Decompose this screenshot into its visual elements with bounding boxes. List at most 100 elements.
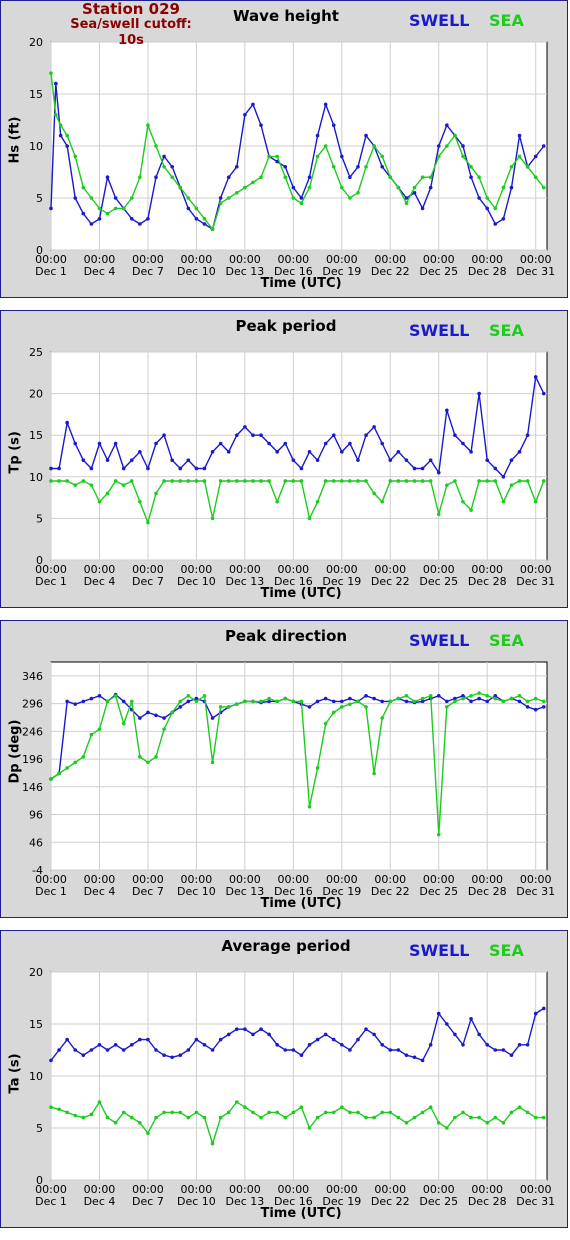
data-point-sea (259, 699, 263, 704)
data-point-sea (194, 206, 199, 211)
data-point-sea (453, 699, 457, 704)
data-point-swell (291, 185, 296, 190)
data-point-swell (315, 1037, 320, 1042)
data-point-sea (331, 710, 336, 715)
data-point-swell (97, 1043, 102, 1047)
station-header: Station 029 Sea/swell cutoff: 10s (61, 1, 201, 49)
data-point-sea (218, 201, 223, 205)
data-point-sea (331, 1110, 336, 1115)
data-point-swell (541, 144, 546, 148)
data-point-sea (380, 716, 385, 720)
x-tick-label-date: Dec 1 (35, 1195, 67, 1208)
data-point-sea (65, 133, 69, 138)
data-point-swell (186, 1048, 191, 1052)
data-point-sea (331, 165, 336, 169)
data-point-swell (81, 699, 86, 704)
data-point-sea (299, 1105, 304, 1109)
data-point-swell (170, 165, 174, 169)
data-point-sea (469, 694, 473, 698)
data-point-swell (404, 1053, 409, 1057)
data-point-sea (49, 1105, 53, 1109)
data-point-sea (113, 479, 118, 483)
data-point-swell (194, 217, 199, 221)
data-point-swell (340, 154, 344, 159)
data-point-sea (89, 196, 94, 200)
y-axis-label: Dp (deg) (7, 719, 23, 784)
data-point-swell (436, 694, 441, 698)
x-tick-label-date: Dec 7 (132, 265, 164, 278)
y-tick-label: 196 (22, 753, 43, 766)
data-point-swell (485, 458, 490, 462)
y-tick-label: 25 (29, 346, 43, 359)
x-tick-label-date: Dec 28 (468, 265, 507, 278)
data-point-swell (121, 466, 126, 471)
data-point-swell (218, 1037, 223, 1042)
data-point-sea (340, 479, 344, 483)
data-point-swell (283, 1048, 288, 1052)
data-point-sea (533, 499, 538, 504)
data-point-sea (129, 479, 134, 483)
data-point-swell (299, 466, 304, 471)
data-point-sea (396, 479, 401, 483)
data-point-sea (178, 699, 183, 704)
y-tick-label: 10 (29, 471, 43, 484)
data-point-swell (541, 1006, 546, 1011)
data-point-sea (243, 185, 247, 190)
data-point-sea (81, 185, 86, 190)
data-point-swell (509, 1053, 514, 1057)
data-point-sea (162, 479, 166, 483)
data-point-swell (469, 450, 473, 454)
data-point-sea (469, 1115, 473, 1120)
data-point-swell (307, 175, 312, 179)
x-tick-label-date: Dec 1 (35, 265, 67, 278)
chart-panel-2: 0 5 10 15 20 25 00:00 Dec 1 00:00 Dec 4 00:00 Dec 7… (0, 310, 568, 608)
y-tick-label: 146 (22, 781, 43, 794)
data-point-swell (65, 420, 69, 425)
data-point-sea (509, 483, 514, 487)
data-point-sea (420, 1110, 425, 1115)
data-point-swell (315, 133, 320, 138)
data-point-sea (170, 175, 174, 179)
data-point-sea (453, 1115, 457, 1120)
data-point-sea (428, 479, 433, 483)
data-point-sea (445, 1126, 449, 1130)
data-point-sea (105, 211, 110, 216)
data-point-sea (453, 479, 457, 483)
data-point-sea (267, 1110, 271, 1115)
data-point-swell (533, 375, 538, 379)
data-point-swell (138, 716, 142, 720)
data-point-sea (445, 144, 449, 148)
data-point-sea (315, 154, 320, 159)
data-point-sea (307, 804, 312, 809)
data-point-swell (315, 458, 320, 462)
data-point-swell (428, 1043, 433, 1047)
data-point-sea (509, 165, 514, 169)
data-point-sea (493, 696, 498, 701)
data-point-sea (340, 185, 344, 190)
data-point-swell (234, 165, 239, 169)
data-point-sea (218, 1115, 223, 1120)
data-point-sea (178, 1110, 183, 1115)
data-point-swell (404, 458, 409, 462)
data-point-swell (348, 175, 352, 179)
x-tick-label-date: Dec 1 (35, 575, 67, 588)
data-point-swell (453, 1032, 457, 1037)
data-point-sea (154, 491, 158, 496)
data-point-swell (243, 1027, 247, 1031)
data-point-swell (388, 1048, 393, 1052)
x-tick-label-date: Dec 31 (516, 265, 555, 278)
data-point-swell (81, 211, 86, 216)
data-point-sea (541, 699, 546, 704)
data-point-sea (218, 705, 223, 709)
data-point-swell (348, 696, 352, 701)
data-point-swell (436, 144, 441, 148)
data-point-swell (89, 222, 94, 226)
data-point-sea (129, 1115, 134, 1120)
data-point-sea (218, 479, 223, 483)
data-point-sea (323, 721, 328, 726)
data-point-swell (129, 217, 134, 221)
data-point-sea (388, 479, 393, 483)
y-tick-label: 5 (36, 512, 43, 525)
data-point-sea (388, 1110, 393, 1115)
data-point-swell (396, 1048, 401, 1052)
